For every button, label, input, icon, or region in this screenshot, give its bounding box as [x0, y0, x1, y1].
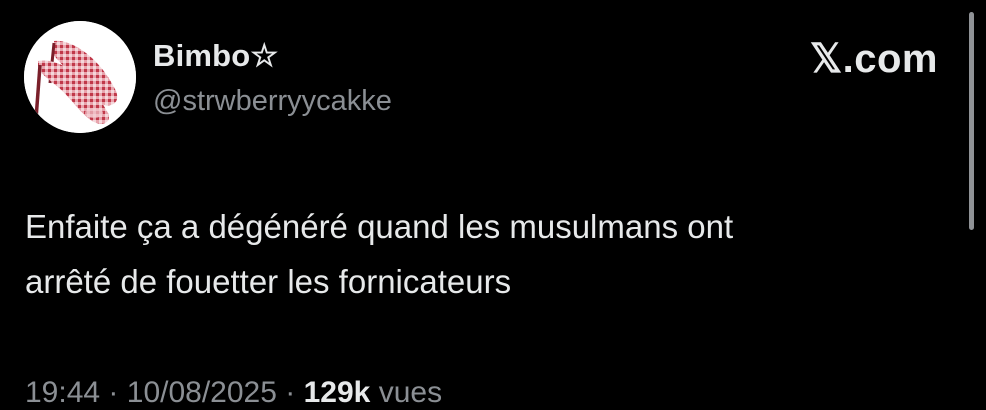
tweet-text-line: Enfaite ça a dégénéré quand les musulman…	[25, 208, 734, 245]
tweet-time[interactable]: 19:44	[25, 376, 100, 409]
scrollbar[interactable]	[969, 12, 974, 230]
x-logo-brand: 𝕏.com	[809, 37, 938, 81]
views-label: vues	[378, 376, 443, 409]
views-count[interactable]: 129k	[304, 376, 371, 409]
meta-separator: ·	[108, 376, 119, 409]
avatar[interactable]	[24, 21, 136, 133]
tweet-text: Enfaite ça a dégénéré quand les musulman…	[25, 199, 955, 309]
tweet-date[interactable]: 10/08/2025	[127, 376, 277, 409]
display-name[interactable]: Bimbo☆	[153, 38, 278, 74]
tweet-metadata: 19:44 · 10/08/2025 · 129k vues	[25, 376, 442, 410]
high-heel-shoe-icon	[24, 21, 136, 133]
tweet-text-line: arrêté de fouetter les fornicateurs	[25, 263, 512, 300]
meta-separator: ·	[285, 376, 296, 409]
user-handle[interactable]: @strwberryycakke	[153, 85, 392, 118]
